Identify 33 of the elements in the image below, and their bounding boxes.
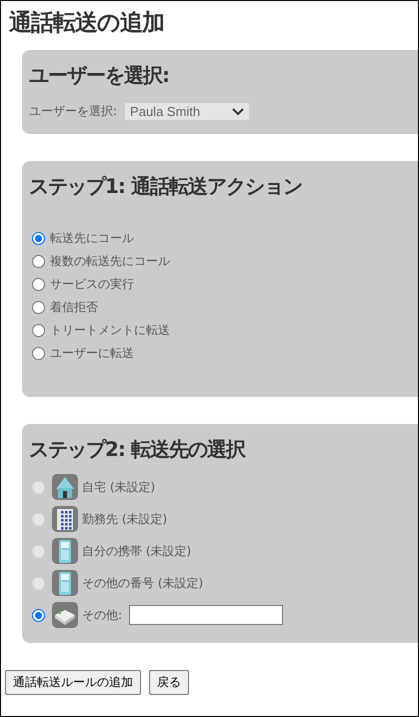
mobile-phone-icon [51,569,79,597]
desk-phone-icon [51,601,79,629]
radio-button[interactable] [32,346,45,360]
radio-button[interactable] [32,300,45,314]
user-dropdown[interactable]: Paula Smith [125,103,250,120]
option-label: 転送先にコール [50,230,134,246]
radio-button[interactable] [32,232,45,244]
option-label: 勤務先 (未設定) [82,510,168,528]
option-label: 着信拒否 [50,298,98,316]
section-heading: ステップ2: 転送先の選択 [29,436,247,463]
building-icon [51,505,79,533]
section-heading: ステップ1: 通話転送アクション [29,173,303,200]
radio-button[interactable] [32,324,45,336]
option-label: その他の番号 (未設定) [82,574,204,592]
page-title: 通話転送の追加 [9,9,165,38]
option-label: 複数の転送先にコール [50,252,170,270]
option-label: ユーザーに転送 [50,344,134,362]
action-button[interactable]: 戻る [149,670,189,695]
option-label: 自分の携帯 (未設定) [82,542,192,560]
action-button[interactable]: 通話転送ルールの追加 [5,670,141,695]
radio-button[interactable] [32,278,45,290]
radio-button[interactable] [32,254,45,268]
input-field[interactable] [129,605,284,625]
house-icon [51,473,79,501]
radio-button[interactable] [32,608,45,622]
option-label: その他: [82,606,122,624]
option-label: トリートメントに転送 [50,322,170,338]
chevron-icon [232,108,244,116]
section-heading: ユーザーを選択: [29,62,170,89]
option-label: 自宅 (未設定) [82,478,156,496]
mobile-phone-icon [51,537,79,565]
field-label: ユーザーを選択: [29,103,118,120]
option-label: サービスの実行 [50,276,134,292]
